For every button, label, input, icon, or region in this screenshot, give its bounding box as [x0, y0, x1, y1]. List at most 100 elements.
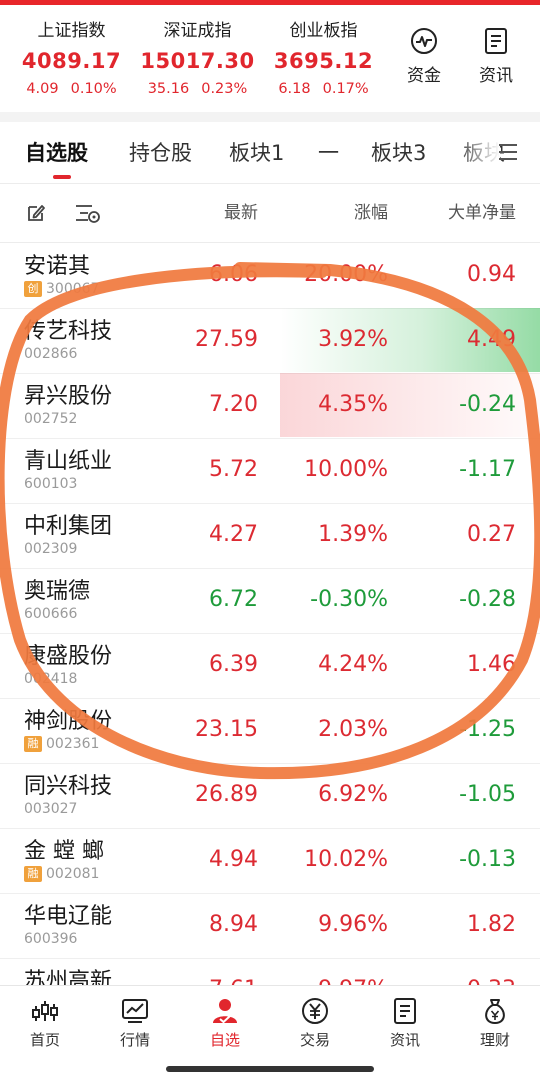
- stock-net-volume: -1.17: [459, 457, 516, 482]
- active-tab-indicator: [53, 175, 71, 179]
- index-shenzhen[interactable]: 深证成指 15017.30 35.16 0.23%: [135, 18, 260, 100]
- nav-home[interactable]: 首页: [5, 996, 85, 1050]
- index-change-pct: 0.10%: [70, 81, 117, 97]
- market-chart-icon: [122, 999, 148, 1023]
- stock-row[interactable]: 昇兴股份 002752 7.20 4.35% -0.24: [0, 373, 540, 439]
- news-button[interactable]: 资讯: [466, 26, 526, 86]
- index-change-pct: 0.23%: [201, 81, 248, 97]
- stock-price: 7.20: [209, 392, 258, 417]
- index-shanghai[interactable]: 上证指数 4089.17 4.09 0.10%: [9, 18, 134, 100]
- stock-net-volume: -0.24: [459, 392, 516, 417]
- stock-code-line: 002866: [24, 346, 77, 362]
- index-value: 4089.17: [21, 49, 122, 73]
- section-separator: [0, 112, 540, 122]
- stock-code: 002752: [24, 411, 78, 427]
- stock-net-volume: 1.82: [467, 912, 516, 937]
- column-net-volume[interactable]: 大单净量: [396, 200, 516, 226]
- stock-row[interactable]: 同兴科技 003027 26.89 6.92% -1.05: [0, 763, 540, 829]
- stock-code-line: 002752: [24, 411, 77, 427]
- stock-row[interactable]: 康盛股份 002418 6.39 4.24% 1.46: [0, 633, 540, 699]
- index-value: 3695.12: [273, 49, 374, 73]
- stock-net-volume: -0.13: [459, 847, 516, 872]
- fund-flow-label: 资金: [407, 66, 441, 86]
- index-change: 4.09: [26, 81, 59, 97]
- stock-name: 康盛股份: [24, 644, 113, 669]
- nav-watchlist[interactable]: 自选: [185, 996, 265, 1050]
- stock-code: 600666: [24, 606, 78, 622]
- stock-code-line: 002309: [24, 541, 77, 557]
- stock-code: 002418: [24, 671, 78, 687]
- stock-code-line: 融 002081: [24, 866, 99, 882]
- stock-row[interactable]: 金 螳 螂融 002081 4.94 10.02% -0.13: [0, 828, 540, 894]
- stock-price: 4.27: [209, 522, 258, 547]
- stock-tag-badge: 融: [24, 736, 42, 752]
- stock-price: 6.39: [209, 652, 258, 677]
- top-accent-bar: [0, 0, 540, 5]
- tab-watchlist[interactable]: 自选股: [25, 136, 88, 170]
- stock-code-line: 创 300067: [24, 281, 99, 297]
- tab-sector-3[interactable]: 板块3: [371, 136, 426, 170]
- column-change[interactable]: 涨幅: [290, 200, 388, 226]
- index-change-row: 4.09 0.10%: [9, 78, 134, 100]
- stock-row[interactable]: 传艺科技 002866 27.59 3.92% 4.49: [0, 308, 540, 374]
- stock-tag-badge: 创: [24, 281, 42, 297]
- stock-row[interactable]: 奥瑞德 600666 6.72 -0.30% -0.28: [0, 568, 540, 634]
- news-icon: [485, 28, 507, 54]
- index-name: 上证指数: [37, 21, 106, 41]
- index-change: 6.18: [278, 81, 311, 97]
- stock-name: 神剑股份: [24, 709, 113, 734]
- stock-code-line: 融 002361: [24, 736, 99, 752]
- stock-code: 003027: [24, 801, 78, 817]
- stock-change-pct: 9.96%: [318, 912, 388, 937]
- nav-wealth[interactable]: 理财: [455, 996, 535, 1050]
- index-change-row: 6.18 0.17%: [261, 78, 386, 100]
- tab-menu-icon[interactable]: [497, 142, 519, 162]
- yen-trade-icon: [302, 998, 328, 1024]
- tab-sector-1[interactable]: 板块1: [229, 136, 284, 170]
- stock-net-volume: 1.46: [467, 652, 516, 677]
- nav-label: 首页: [29, 1031, 60, 1049]
- stock-code: 600103: [24, 476, 78, 492]
- stock-row[interactable]: 华电辽能 600396 8.94 9.96% 1.82: [0, 893, 540, 959]
- nav-label: 资讯: [389, 1031, 420, 1049]
- stock-code: 002081: [46, 866, 100, 882]
- stock-change-pct: 3.92%: [318, 327, 388, 352]
- stock-change-pct: 1.39%: [318, 522, 388, 547]
- index-name: 深证成指: [163, 21, 232, 41]
- tab-holdings[interactable]: 持仓股: [129, 136, 192, 170]
- news-label: 资讯: [479, 66, 513, 86]
- stock-name: 中利集团: [24, 514, 113, 539]
- stock-row[interactable]: 神剑股份融 002361 23.15 2.03% -1.25: [0, 698, 540, 764]
- stock-row[interactable]: 安诺其创 300067 6.06 20.00% 0.94: [0, 243, 540, 309]
- stock-name: 金 螳 螂: [24, 839, 104, 864]
- stock-price: 5.72: [209, 457, 258, 482]
- stock-name: 安诺其: [24, 254, 91, 279]
- fund-flow-button[interactable]: 资金: [394, 26, 454, 86]
- stock-net-volume: 4.49: [467, 327, 516, 352]
- stock-price: 8.94: [209, 912, 258, 937]
- stock-row[interactable]: 青山纸业 600103 5.72 10.00% -1.17: [0, 438, 540, 504]
- home-indicator[interactable]: [166, 1066, 374, 1072]
- news-icon: [394, 998, 416, 1024]
- stock-row[interactable]: 中利集团 002309 4.27 1.39% 0.27: [0, 503, 540, 569]
- stock-change-pct: -0.30%: [310, 587, 388, 612]
- nav-trade[interactable]: 交易: [275, 996, 355, 1050]
- stock-change-pct: 4.24%: [318, 652, 388, 677]
- stock-code-line: 600396: [24, 931, 77, 947]
- nav-label: 自选: [209, 1031, 240, 1049]
- index-change-pct: 0.17%: [322, 81, 369, 97]
- filter-settings-icon[interactable]: [74, 202, 102, 224]
- nav-news[interactable]: 资讯: [365, 996, 445, 1050]
- stock-change-pct: 4.35%: [318, 392, 388, 417]
- stock-name: 昇兴股份: [24, 384, 113, 409]
- tab-sector-2[interactable]: 一: [318, 136, 339, 170]
- nav-market[interactable]: 行情: [95, 996, 175, 1050]
- edit-icon[interactable]: [25, 202, 47, 224]
- nav-label: 行情: [119, 1031, 150, 1049]
- stock-name: 奥瑞德: [24, 579, 91, 604]
- stock-price: 4.94: [209, 847, 258, 872]
- index-chinext[interactable]: 创业板指 3695.12 6.18 0.17%: [261, 18, 386, 100]
- column-latest[interactable]: 最新: [160, 200, 258, 226]
- stock-change-pct: 10.00%: [304, 457, 388, 482]
- stock-name: 传艺科技: [24, 319, 113, 344]
